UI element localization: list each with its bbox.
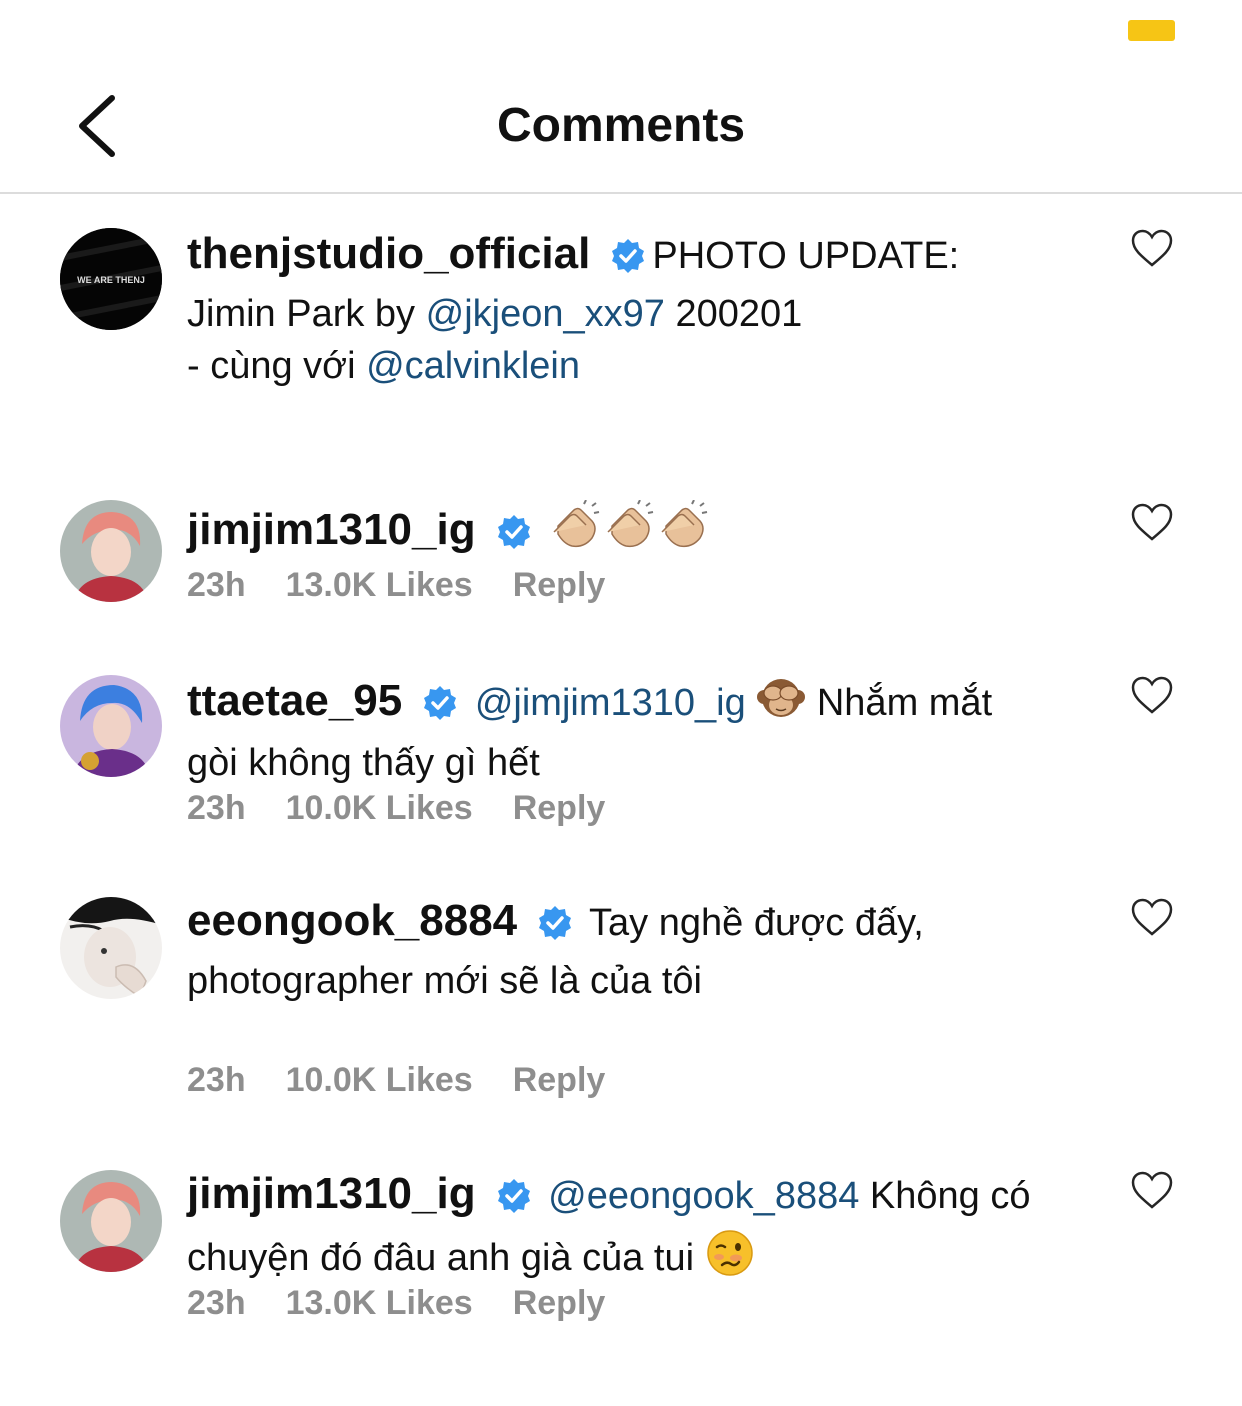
avatar-image: WE ARE THENJ xyxy=(60,228,162,330)
avatar-logo-text: WE ARE THENJ xyxy=(77,275,145,285)
like-heart-icon[interactable] xyxy=(1130,675,1174,715)
verified-badge-icon xyxy=(422,683,458,735)
mention-link[interactable]: @jimjim1310_ig xyxy=(475,682,746,724)
avatar-image xyxy=(60,897,162,999)
caption-text-part: Jimin Park by xyxy=(187,293,426,335)
comment-text-part: Nhắm mắt xyxy=(816,682,993,724)
comment-time: 23h xyxy=(187,789,246,827)
verified-badge-icon xyxy=(496,512,532,564)
likes-count[interactable]: 13.0K Likes xyxy=(286,1284,473,1323)
reply-button[interactable]: Reply xyxy=(513,789,606,828)
header: Comments xyxy=(0,60,1242,194)
reply-button[interactable]: Reply xyxy=(513,566,606,605)
comment-time: 23h xyxy=(187,1284,246,1322)
comment-text-part: gòi không thấy gì hết xyxy=(187,742,540,784)
caption-text: thenjstudio_official PHOTO UPDATE: Jimin … xyxy=(187,228,1112,392)
caption-text-part: 200201 xyxy=(664,293,803,335)
avatar-image xyxy=(60,500,162,602)
username[interactable]: ttaetae_95 xyxy=(187,676,402,725)
avatar-image xyxy=(60,1170,162,1272)
caption: WE ARE THENJ thenjstudio_official PHOTO U… xyxy=(0,220,1242,420)
see-no-evil-monkey-icon xyxy=(756,673,806,737)
comment-text-part: Tay nghề được đấy, xyxy=(589,902,924,944)
page-title: Comments xyxy=(496,99,746,152)
comment-meta: 23h 10.0K Likes Reply xyxy=(187,1061,605,1100)
comment-item: ttaetae_95 @jimjim1310_ig Nhắm mắt gòi k… xyxy=(0,673,1242,833)
comment-text: eeongook_8884 Tay nghề được đấy, photogr… xyxy=(187,895,1112,1007)
like-heart-icon[interactable] xyxy=(1130,502,1174,542)
comment-item: eeongook_8884 Tay nghề được đấy, photogr… xyxy=(0,895,1242,1105)
mention-link[interactable]: @calvinklein xyxy=(366,345,580,387)
username[interactable]: jimjim1310_ig xyxy=(187,1169,476,1218)
verified-badge-icon xyxy=(537,903,573,955)
likes-count[interactable]: 10.0K Likes xyxy=(286,789,473,828)
status-bar xyxy=(0,0,1242,60)
comment-text-part: photographer mới sẽ là của tôi xyxy=(187,960,702,1002)
comment-time: 23h xyxy=(187,1061,246,1099)
username[interactable]: eeongook_8884 xyxy=(187,896,517,945)
clapping-hands-icon xyxy=(548,499,602,566)
comment-text-part: chuyện đó đâu anh già của tui xyxy=(187,1237,695,1279)
clapping-hands-icon xyxy=(602,499,656,566)
comment-meta: 23h 13.0K Likes Reply xyxy=(187,566,605,605)
comment-text: jimjim1310_ig xyxy=(187,499,1112,566)
comment-item: jimjim1310_ig 23h 13.0K Likes Reply xyxy=(0,499,1242,610)
likes-count[interactable]: 13.0K Likes xyxy=(286,566,473,605)
username[interactable]: jimjim1310_ig xyxy=(187,505,476,554)
mention-link[interactable]: @jkjeon_xx97 xyxy=(426,293,665,335)
mention-link[interactable]: @eeongook_8884 xyxy=(548,1175,859,1217)
avatar-image xyxy=(60,675,162,777)
avatar[interactable] xyxy=(60,897,162,999)
comment-item: jimjim1310_ig @eeongook_8884 Không có ch… xyxy=(0,1168,1242,1338)
battery-icon xyxy=(1128,20,1175,41)
avatar[interactable] xyxy=(60,675,162,777)
clapping-hands-icon xyxy=(656,499,710,566)
woozy-face-icon xyxy=(705,1228,755,1292)
comment-meta: 23h 13.0K Likes Reply xyxy=(187,1284,605,1323)
likes-count[interactable]: 10.0K Likes xyxy=(286,1061,473,1100)
like-heart-icon[interactable] xyxy=(1130,1170,1174,1210)
verified-badge-icon xyxy=(610,236,646,288)
comment-text: jimjim1310_ig @eeongook_8884 Không có ch… xyxy=(187,1168,1112,1292)
caption-text-part: PHOTO UPDATE: xyxy=(652,235,960,277)
like-heart-icon[interactable] xyxy=(1130,228,1174,268)
reply-button[interactable]: Reply xyxy=(513,1284,606,1323)
comment-meta: 23h 10.0K Likes Reply xyxy=(187,789,605,828)
caption-text-part: - cùng với xyxy=(187,345,367,387)
like-heart-icon[interactable] xyxy=(1130,897,1174,937)
verified-badge-icon xyxy=(496,1176,532,1228)
reply-button[interactable]: Reply xyxy=(513,1061,606,1100)
comment-text-part: Không có xyxy=(869,1175,1031,1217)
avatar[interactable] xyxy=(60,500,162,602)
comment-time: 23h xyxy=(187,566,246,604)
comment-text: ttaetae_95 @jimjim1310_ig Nhắm mắt gòi k… xyxy=(187,673,1112,789)
avatar[interactable]: WE ARE THENJ xyxy=(60,228,162,330)
avatar[interactable] xyxy=(60,1170,162,1272)
username[interactable]: thenjstudio_official xyxy=(187,229,590,278)
